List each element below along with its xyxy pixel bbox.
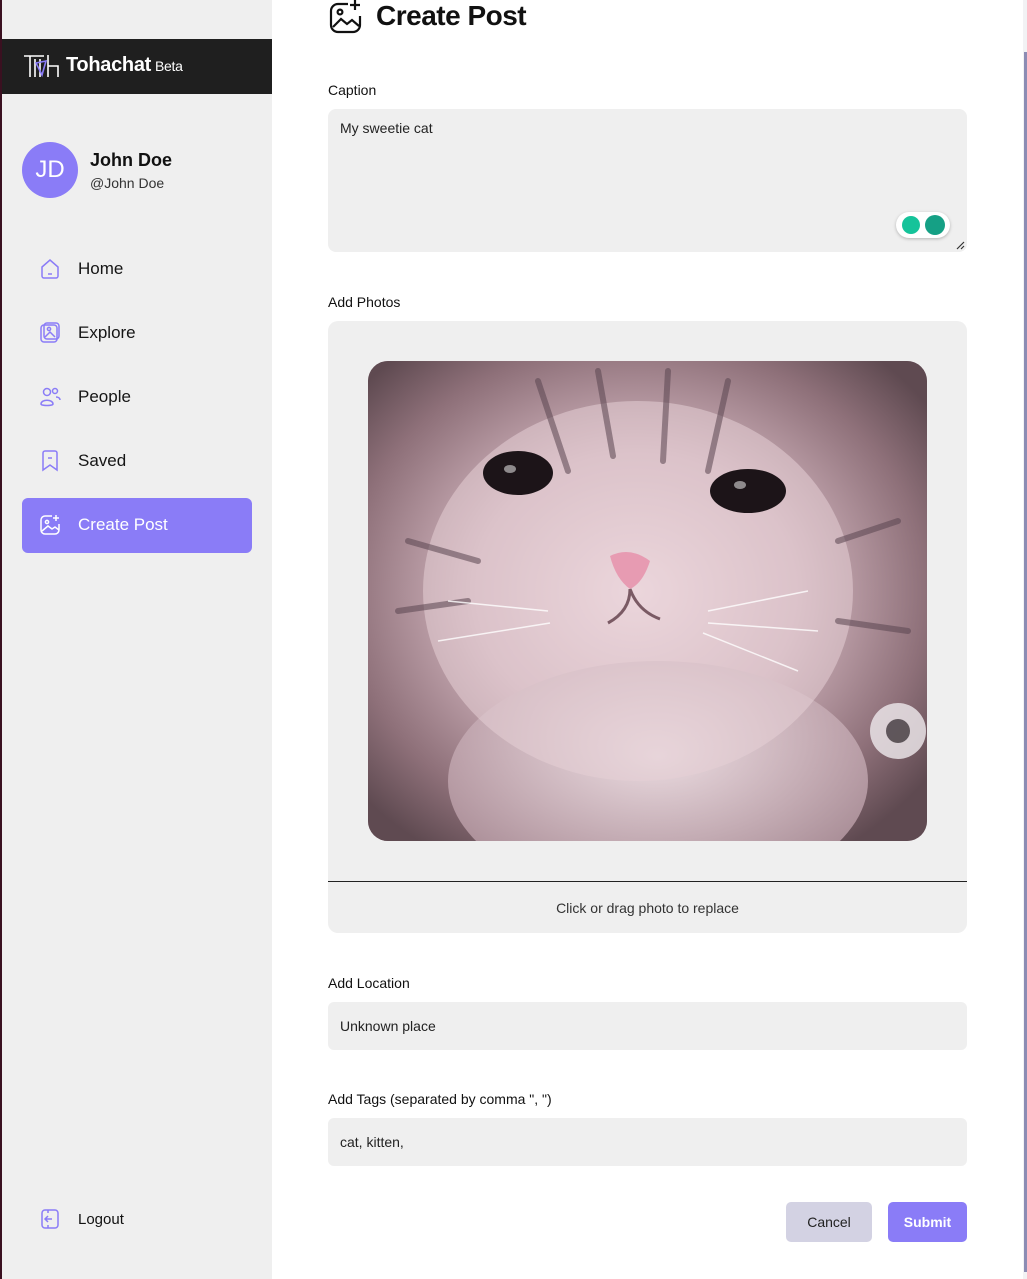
- caption-textarea[interactable]: My sweetie cat: [328, 109, 967, 252]
- location-input[interactable]: Unknown place: [328, 1002, 967, 1050]
- image-plus-icon: [329, 0, 362, 34]
- caption-label: Caption: [328, 82, 377, 98]
- lightbulb-icon[interactable]: [902, 216, 920, 234]
- profile-name: John Doe: [90, 150, 173, 170]
- location-label: Add Location: [328, 975, 410, 991]
- brand-logo-icon: [24, 55, 59, 78]
- photos-label: Add Photos: [328, 294, 401, 310]
- user-profile[interactable]: JD John Doe @John Doe: [22, 142, 262, 198]
- sidebar: Tohachat Beta JD John Doe @John Doe Home …: [2, 0, 272, 1279]
- profile-handle: @John Doe: [90, 175, 165, 191]
- replace-photo-hint[interactable]: Click or drag photo to replace: [328, 882, 967, 933]
- logout-label: Logout: [78, 1211, 124, 1228]
- resize-handle-icon[interactable]: [955, 240, 965, 250]
- home-icon: [41, 259, 59, 279]
- tags-label: Add Tags (separated by comma ", "): [328, 1091, 552, 1107]
- sidebar-item-people[interactable]: People: [22, 370, 252, 425]
- sidebar-item-create-post[interactable]: Create Post: [22, 498, 252, 553]
- sidebar-item-label: Saved: [78, 451, 127, 470]
- tags-value[interactable]: cat, kitten,: [340, 1134, 404, 1150]
- logout-icon: [41, 1209, 59, 1229]
- photo-dropzone[interactable]: Click or drag photo to replace: [328, 321, 967, 933]
- brand-bar: Tohachat Beta: [2, 39, 272, 94]
- page-title: Create Post: [376, 0, 527, 31]
- brand-beta-tag: Beta: [155, 58, 183, 74]
- gallery-icon: [40, 322, 60, 343]
- scrollbar[interactable]: [1023, 0, 1027, 1279]
- brand-name[interactable]: Tohachat Beta: [66, 54, 183, 77]
- sidebar-item-saved[interactable]: Saved: [22, 434, 252, 489]
- grammar-assistant-badge[interactable]: [896, 212, 950, 238]
- grammar-g-icon[interactable]: [925, 215, 945, 235]
- avatar[interactable]: JD: [22, 142, 78, 198]
- submit-button[interactable]: Submit: [888, 1202, 967, 1242]
- caption-text[interactable]: My sweetie cat: [340, 120, 433, 136]
- sidebar-nav: Home Explore People Saved Create Post: [22, 242, 252, 562]
- kitten-photo: [368, 361, 927, 841]
- sidebar-item-label: Create Post: [78, 515, 168, 534]
- image-plus-icon: [40, 515, 60, 535]
- sidebar-item-explore[interactable]: Explore: [22, 306, 252, 361]
- photo-preview: [368, 361, 927, 841]
- logout-button[interactable]: Logout: [22, 1192, 252, 1247]
- bookmark-icon: [42, 450, 58, 472]
- cancel-button[interactable]: Cancel: [786, 1202, 872, 1242]
- sidebar-item-label: Explore: [78, 323, 136, 342]
- sidebar-item-label: Home: [78, 259, 124, 278]
- people-icon: [40, 387, 61, 407]
- sidebar-item-label: People: [78, 387, 131, 406]
- location-value[interactable]: Unknown place: [340, 1018, 436, 1034]
- sidebar-item-home[interactable]: Home: [22, 242, 252, 297]
- tags-input[interactable]: cat, kitten,: [328, 1118, 967, 1166]
